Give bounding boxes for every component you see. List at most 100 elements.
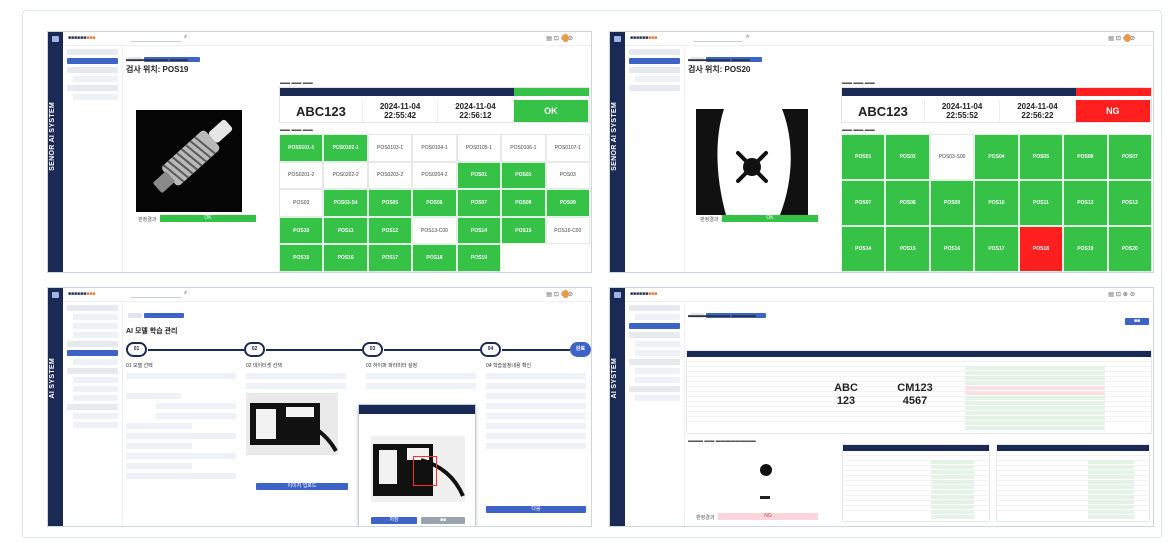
grid-cell-pos03[interactable]: POS03 [545, 161, 590, 190]
avatar[interactable] [562, 34, 569, 42]
tab-active[interactable] [144, 313, 184, 318]
home-icon[interactable] [614, 292, 621, 298]
date-input[interactable] [156, 403, 236, 409]
grid-cell-pos11[interactable]: POS11 [1018, 180, 1064, 226]
grid-cell-pos02[interactable]: POS02 [501, 161, 546, 190]
grid-cell-pos0106-1[interactable]: POS0106-1 [501, 134, 546, 162]
grid-cell-pos06[interactable]: POS06 [1063, 134, 1108, 180]
sidebar-item-selected[interactable] [67, 350, 118, 356]
grid-cell-pos11[interactable]: POS11 [323, 216, 368, 245]
sidebar-subitem[interactable] [635, 350, 680, 356]
grid-cell-pos15[interactable]: POS15 [885, 226, 930, 272]
grid-cell-pos13-c00[interactable]: POS13-C00 [412, 216, 457, 245]
grid-cell-pos10[interactable]: POS10 [974, 180, 1019, 226]
grid-cell-pos16[interactable]: POS16 [323, 244, 368, 272]
text-input[interactable] [126, 453, 236, 459]
grid-cell-pos16[interactable]: POS16 [929, 226, 975, 272]
grid-cell-pos03[interactable]: POS03 [279, 189, 324, 217]
grid-cell-pos02[interactable]: POS02 [885, 134, 930, 180]
toolbar-icons[interactable]: ▤⊡⊗⊘ [546, 35, 575, 42]
modal-save-button[interactable]: 저장 [371, 517, 417, 524]
sidebar-subitem[interactable] [73, 413, 118, 419]
sidebar-subitem[interactable] [73, 386, 118, 392]
grid-cell-pos09[interactable]: POS09 [929, 180, 975, 226]
grid-cell-pos19[interactable]: POS19 [1063, 226, 1108, 272]
date-input[interactable] [156, 413, 236, 419]
home-icon[interactable] [52, 36, 59, 42]
toolbar-icons[interactable]: ▤⊡⊗⊘ [1108, 35, 1137, 42]
toolbar-icons[interactable]: ▤⊡⊗⊘ [1108, 291, 1137, 298]
grid-cell-pos0104-1[interactable]: POS0104-1 [412, 134, 457, 162]
grid-cell-pos08[interactable]: POS08 [501, 189, 546, 217]
grid-cell-pos07[interactable]: POS07 [456, 189, 502, 217]
home-icon[interactable] [52, 292, 59, 298]
avatar[interactable] [1124, 34, 1131, 42]
toolbar-icons[interactable]: ▤⊡⊗⊘ [546, 291, 575, 298]
grid-cell-pos13[interactable]: POS13 [1107, 180, 1152, 226]
grid-cell-pos15[interactable]: POS15 [279, 244, 324, 272]
text-input[interactable] [126, 473, 236, 479]
grid-cell-pos12[interactable]: POS12 [367, 216, 413, 245]
step-2[interactable]: 02 [244, 342, 265, 357]
grid-cell-pos10[interactable]: POS10 [279, 216, 324, 245]
text-input[interactable] [126, 433, 236, 439]
grid-cell-pos05[interactable]: POS05 [1018, 134, 1064, 180]
step-complete[interactable]: 완료 [570, 342, 591, 357]
sidebar-subitem[interactable] [73, 422, 118, 428]
sidebar-subitem[interactable] [635, 368, 680, 374]
grid-cell-pos17[interactable]: POS17 [367, 244, 413, 272]
param-input[interactable] [366, 373, 476, 379]
sidebar-item[interactable] [67, 305, 118, 311]
grid-cell-pos07[interactable]: POS07 [841, 180, 886, 226]
sidebar-item[interactable] [629, 359, 680, 365]
grid-cell-pos12[interactable]: POS12 [1063, 180, 1108, 226]
grid-cell-pos06[interactable]: POS06 [412, 189, 457, 217]
sidebar-item[interactable] [67, 341, 118, 347]
sidebar-subitem[interactable] [73, 359, 118, 365]
grid-cell-pos05[interactable]: POS05 [367, 189, 413, 217]
grid-cell-pos19[interactable]: POS19 [456, 244, 502, 272]
grid-cell-pos18[interactable]: POS18 [1018, 226, 1064, 272]
grid-cell-pos20[interactable]: POS20 [1107, 226, 1152, 272]
grid-cell-pos18[interactable]: POS18 [412, 244, 457, 272]
sidebar-subitem[interactable] [635, 76, 680, 82]
sidebar-item[interactable] [629, 85, 680, 91]
grid-cell-pos03-s4[interactable]: POS03-S4 [323, 189, 368, 217]
grid-cell-pos01[interactable]: POS01 [841, 134, 886, 180]
grid-cell-pos15[interactable]: POS15 [501, 216, 546, 245]
search-input[interactable] [131, 35, 181, 42]
sidebar-item[interactable] [67, 404, 118, 410]
sidebar-item[interactable] [67, 85, 118, 91]
grid-cell-pos0103-1[interactable]: POS0103-1 [367, 134, 413, 162]
search-icon[interactable]: ⌕ [184, 290, 187, 297]
sidebar-subitem[interactable] [635, 341, 680, 347]
tab[interactable] [128, 313, 142, 318]
modal-close-button[interactable]: ■■ [421, 517, 465, 524]
grid-cell-pos0102-1[interactable]: POS0102-1 [323, 134, 368, 162]
next-button[interactable]: 다음 [486, 506, 586, 513]
sidebar-item[interactable] [67, 67, 118, 73]
grid-cell-pos0204-2[interactable]: POS0204-2 [412, 161, 457, 190]
search-button[interactable]: ■■ [1125, 318, 1149, 325]
sidebar-subitem[interactable] [73, 377, 118, 383]
table-row[interactable] [843, 506, 989, 519]
avatar[interactable] [562, 290, 569, 298]
dataset-select[interactable] [246, 373, 346, 379]
sidebar-subitem[interactable] [635, 395, 680, 401]
grid-cell-pos0105-1[interactable]: POS0105-1 [456, 134, 502, 162]
dataset-select[interactable] [246, 383, 346, 389]
grid-cell-pos03-s00[interactable]: POS03-S00 [929, 134, 975, 180]
table-row[interactable] [997, 506, 1149, 519]
grid-cell-pos14[interactable]: POS14 [456, 216, 502, 245]
param-input[interactable] [366, 383, 476, 389]
sidebar-item[interactable] [67, 49, 118, 55]
grid-cell-pos0107-1[interactable]: POS0107-1 [545, 134, 590, 162]
sidebar-subitem[interactable] [73, 395, 118, 401]
grid-cell-pos0202-2[interactable]: POS0202-2 [323, 161, 368, 190]
search-input[interactable] [131, 291, 181, 298]
step-3[interactable]: 03 [362, 342, 383, 357]
search-input[interactable] [693, 35, 743, 42]
grid-cell-pos0101-1[interactable]: POS0101-1 [279, 134, 324, 162]
sidebar-item-selected[interactable] [67, 58, 118, 64]
grid-cell-pos07[interactable]: POS07 [1107, 134, 1152, 180]
